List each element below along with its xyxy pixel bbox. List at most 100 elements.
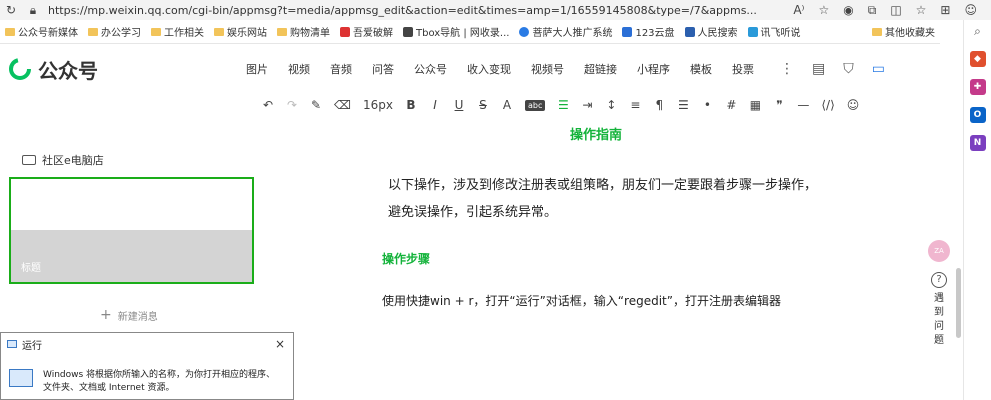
puzzle-icon[interactable]: ⧉ bbox=[868, 3, 877, 18]
divider-icon[interactable]: — bbox=[797, 98, 809, 112]
line-height-icon[interactable]: ↕ bbox=[605, 98, 617, 112]
quote-icon[interactable]: ❞ bbox=[773, 98, 785, 112]
table-icon[interactable]: ▦ bbox=[749, 98, 761, 112]
menu-item[interactable]: 音频 bbox=[330, 61, 352, 77]
extension-icon[interactable]: ◉ bbox=[843, 3, 853, 18]
browser-sidebar: ⌕ ◆ ✚ O N bbox=[963, 20, 991, 400]
shopping-icon[interactable]: ◆ bbox=[969, 51, 986, 67]
bookmark-item[interactable]: Tbox导航 | 网收录... bbox=[398, 24, 514, 39]
help-label[interactable]: 遇到问题 bbox=[932, 292, 946, 348]
search-icon[interactable]: ⌕ bbox=[974, 24, 981, 39]
redo-icon[interactable]: ↷ bbox=[286, 98, 298, 112]
favorite-star-icon[interactable]: ☆ bbox=[818, 3, 829, 18]
code-icon[interactable]: ⟨/⟩ bbox=[821, 98, 834, 112]
unordered-list-icon[interactable]: • bbox=[701, 98, 713, 112]
assistant-bubble[interactable]: ZA bbox=[928, 240, 950, 262]
run-icon bbox=[9, 369, 33, 387]
bold-icon[interactable]: B bbox=[405, 98, 417, 112]
insert-menu: 图片 视频 音频 问答 公众号 收入变现 视频号 超链接 小程序 模板 投票 bbox=[246, 61, 754, 77]
folder-icon bbox=[214, 27, 224, 36]
card-cover bbox=[11, 230, 252, 282]
menu-item[interactable]: 投票 bbox=[732, 61, 754, 77]
bookmark-item[interactable]: 菩萨大人推广系统 bbox=[514, 24, 617, 39]
refresh-icon[interactable]: ↻ bbox=[0, 3, 22, 17]
bookmark-item[interactable]: 办公学习 bbox=[83, 24, 146, 39]
strikethrough-icon[interactable]: S bbox=[477, 98, 489, 112]
site-icon bbox=[403, 26, 413, 37]
collections-icon[interactable]: ⊞ bbox=[940, 3, 950, 18]
header-tools: ⋮ ▤ ⛉ ▭ bbox=[780, 61, 885, 77]
bookmark-item[interactable]: 购物清单 bbox=[272, 24, 335, 39]
bookmark-item[interactable]: 其他收藏夹 bbox=[867, 24, 940, 39]
bookmark-item[interactable]: 人民搜索 bbox=[680, 24, 743, 39]
bookmark-item[interactable]: 娱乐网站 bbox=[209, 24, 272, 39]
step-text: 使用快捷win + r，打开“运行”对话框，输入“regedit”，打开注册表编… bbox=[382, 294, 781, 308]
clear-format-icon[interactable]: ⌫ bbox=[334, 98, 351, 112]
spacing-icon[interactable]: ≡ bbox=[629, 98, 641, 112]
paragraph-icon[interactable]: ¶ bbox=[653, 98, 665, 112]
font-color-icon[interactable]: A bbox=[501, 98, 513, 112]
bookmark-item[interactable]: 123云盘 bbox=[617, 24, 679, 39]
plus-icon: + bbox=[100, 307, 112, 323]
underline-icon[interactable]: U bbox=[453, 98, 465, 112]
menu-item[interactable]: 收入变现 bbox=[467, 61, 511, 77]
format-painter-icon[interactable]: ✎ bbox=[310, 98, 322, 112]
split-screen-icon[interactable]: ◫ bbox=[890, 3, 901, 18]
run-dialog: 运行 × Windows 将根据你所输入的名称，为你打开相应的程序、文件夹、文档… bbox=[0, 332, 294, 400]
browser-actions: A⁾ ☆ ◉ ⧉ ◫ ☆ ⊞ ☺ bbox=[793, 3, 991, 18]
menu-item[interactable]: 超链接 bbox=[584, 61, 617, 77]
bookmark-item[interactable]: 讯飞听说 bbox=[743, 24, 806, 39]
close-icon[interactable]: × bbox=[275, 337, 285, 351]
menu-item[interactable]: 问答 bbox=[372, 61, 394, 77]
new-message-button[interactable]: + 新建消息 bbox=[100, 307, 158, 323]
tools-icon[interactable]: ✚ bbox=[969, 79, 986, 95]
bookmark-item[interactable]: 工作相关 bbox=[146, 24, 209, 39]
background-color-icon[interactable]: abc bbox=[524, 99, 546, 111]
address-bar[interactable]: https://mp.weixin.qq.com/cgi-bin/appmsg?… bbox=[44, 4, 793, 17]
browser-toolbar: ↻ 🔒︎ https://mp.weixin.qq.com/cgi-bin/ap… bbox=[0, 0, 991, 20]
bookmark-item[interactable]: 吾爱破解 bbox=[335, 24, 398, 39]
indent-icon[interactable]: ⇥ bbox=[581, 98, 593, 112]
menu-item[interactable]: 小程序 bbox=[637, 61, 670, 77]
italic-icon[interactable]: I bbox=[429, 98, 441, 112]
folder-icon bbox=[88, 27, 98, 36]
font-size-select[interactable]: 16px bbox=[363, 98, 393, 112]
outlook-icon[interactable]: O bbox=[969, 107, 986, 123]
favorites-icon[interactable]: ☆ bbox=[916, 3, 927, 18]
intro-paragraph: 以下操作，涉及到修改注册表或组策略，朋友们一定要跟着步骤一步操作， 避免误操作，… bbox=[388, 178, 818, 220]
site-icon bbox=[747, 26, 758, 37]
align-icon[interactable]: ☰ bbox=[677, 98, 689, 112]
more-icon[interactable]: ⋮ bbox=[780, 61, 794, 77]
menu-item[interactable]: 视频 bbox=[288, 61, 310, 77]
account-item[interactable]: 社区e电脑店 bbox=[22, 150, 262, 170]
article-editor[interactable]: 操作指南 以下操作，涉及到修改注册表或组策略，朋友们一定要跟着步骤一步操作， 避… bbox=[370, 120, 930, 390]
menu-item[interactable]: 模板 bbox=[690, 61, 712, 77]
onenote-icon[interactable]: N bbox=[969, 135, 986, 151]
ordered-list-icon[interactable]: # bbox=[725, 98, 737, 112]
bookmark-item[interactable]: 公众号新媒体 bbox=[0, 24, 83, 39]
menu-item[interactable]: 公众号 bbox=[414, 61, 447, 77]
site-icon bbox=[340, 26, 350, 37]
run-dialog-titlebar: 运行 bbox=[1, 333, 293, 355]
article-card[interactable]: 标题 bbox=[9, 177, 254, 284]
preview-icon[interactable]: ▭ bbox=[872, 61, 885, 77]
shield-icon[interactable]: ⛉ bbox=[843, 61, 854, 77]
guide-heading: 操作指南 bbox=[570, 128, 623, 143]
run-dialog-body: Windows 将根据你所输入的名称，为你打开相应的程序、文件夹、文档或 Int… bbox=[1, 355, 293, 395]
profile-icon[interactable]: ☺ bbox=[964, 3, 977, 18]
lock-icon[interactable]: 🔒︎ bbox=[22, 3, 44, 18]
mp-logo[interactable]: 公众号 bbox=[8, 55, 98, 84]
align-center-icon[interactable]: ☰ bbox=[557, 98, 569, 112]
undo-icon[interactable]: ↶ bbox=[262, 98, 274, 112]
help-icon[interactable]: ? bbox=[931, 272, 947, 288]
emoji-icon[interactable]: ☺ bbox=[847, 98, 860, 112]
editor-toolbar: ↶ ↷ ✎ ⌫ 16px B I U S A abc ☰ ⇥ ↕ ≡ ¶ ☰ •… bbox=[262, 94, 942, 116]
site-icon bbox=[622, 26, 633, 37]
menu-item[interactable]: 图片 bbox=[246, 61, 268, 77]
scrollbar[interactable] bbox=[956, 268, 961, 338]
document-icon[interactable]: ▤ bbox=[812, 61, 825, 77]
monitor-icon bbox=[22, 155, 36, 165]
read-aloud-icon[interactable]: A⁾ bbox=[793, 3, 804, 18]
menu-item[interactable]: 视频号 bbox=[531, 61, 564, 77]
floating-help: ZA ? 遇到问题 bbox=[928, 240, 950, 348]
